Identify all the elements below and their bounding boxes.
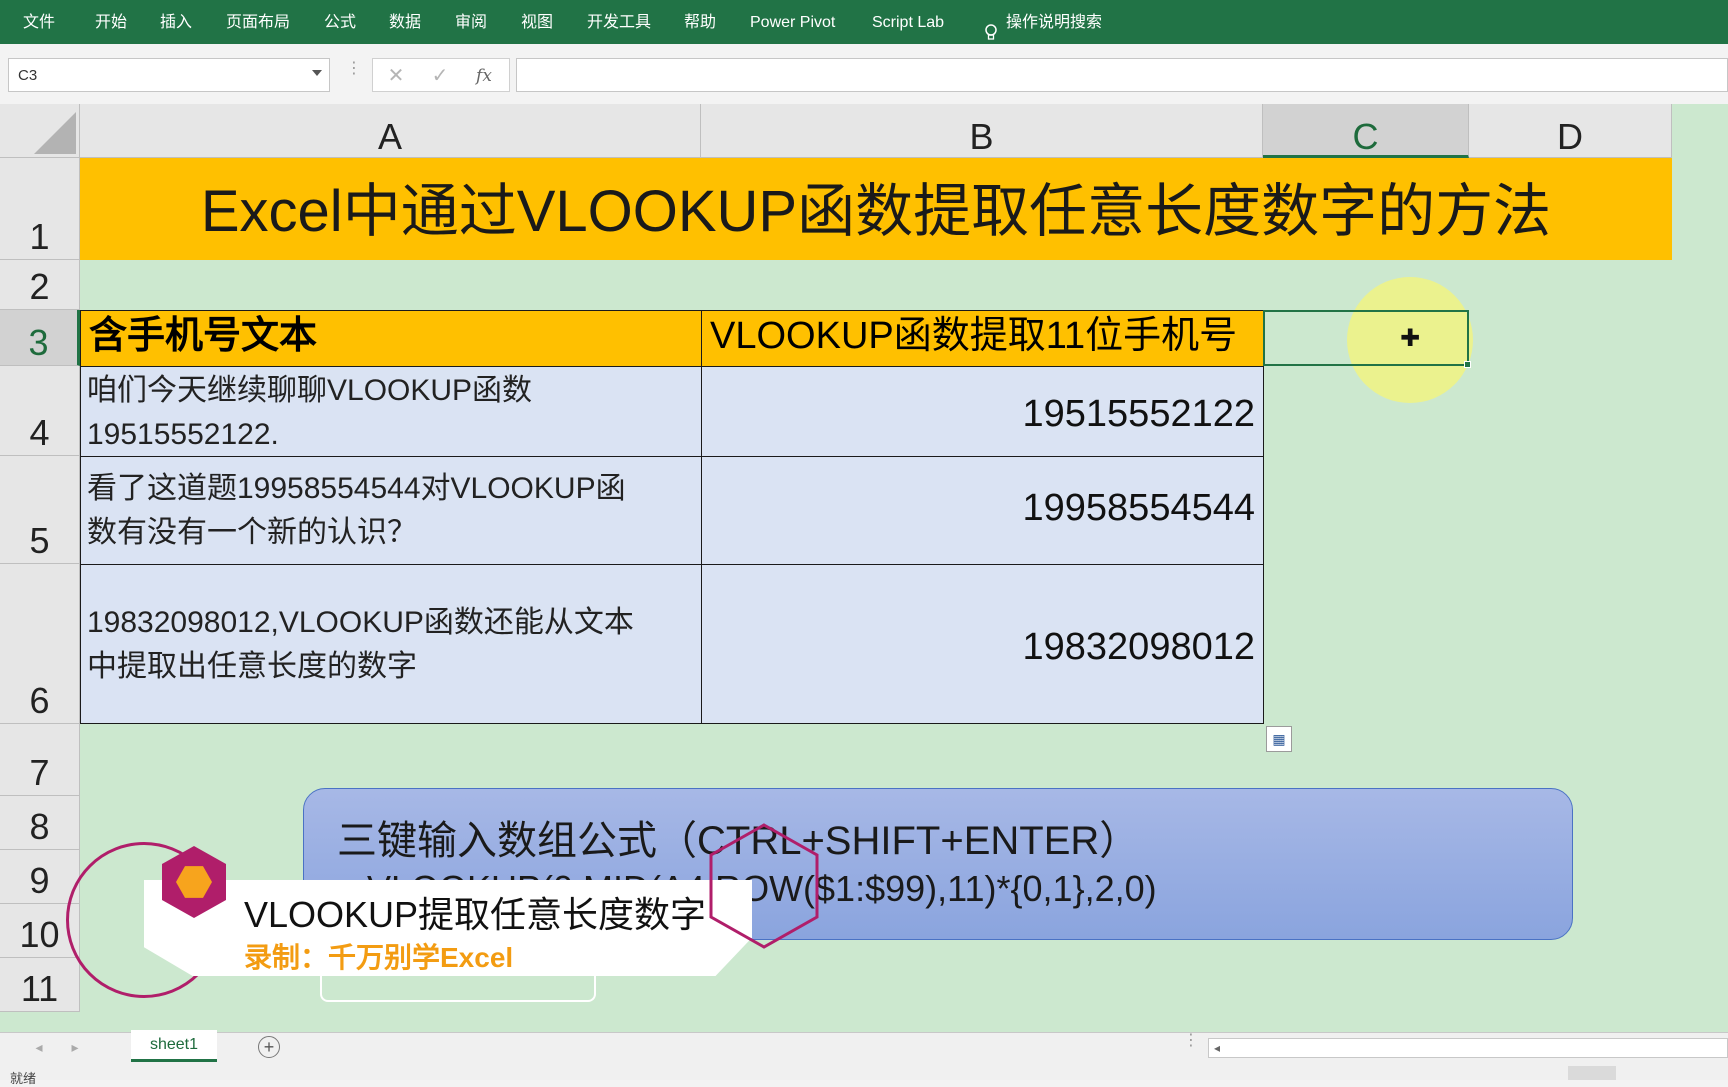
cell-b3[interactable]: VLOOKUP函数提取11位手机号 <box>701 310 1264 367</box>
row-header-6[interactable]: 6 <box>0 564 80 724</box>
quick-analysis-icon[interactable]: ▦ <box>1266 726 1292 752</box>
row-header-3[interactable]: 3 <box>0 310 80 366</box>
cancel-icon[interactable]: ✕ <box>381 63 411 89</box>
tab-view[interactable]: 视图 <box>521 0 553 44</box>
tab-file[interactable]: 文件 <box>23 0 55 44</box>
scroll-split-grip-icon[interactable]: ⋮ <box>1183 1033 1199 1056</box>
tab-help[interactable]: 帮助 <box>684 0 716 44</box>
cell-a4-line2: 19515552122. <box>87 418 279 451</box>
row-header-1[interactable]: 1 <box>0 158 80 260</box>
page-layout-view-icon[interactable] <box>1620 1066 1668 1080</box>
formula-input[interactable] <box>516 58 1728 92</box>
row-header-8[interactable]: 8 <box>0 796 80 850</box>
row-header-2[interactable]: 2 <box>0 260 80 310</box>
cell-a5[interactable]: 看了这道题19958554544对VLOOKUP函 数有没有一个新的认识？ <box>80 456 702 565</box>
tab-page-layout[interactable]: 页面布局 <box>226 0 290 44</box>
fill-handle[interactable] <box>1464 361 1471 368</box>
cell-a3[interactable]: 含手机号文本 <box>80 310 702 367</box>
column-header-b[interactable]: B <box>701 104 1263 158</box>
sheet-title: Excel中通过VLOOKUP函数提取任意长度数字的方法 <box>200 179 1552 244</box>
scroll-left-arrow-icon[interactable]: ◂ <box>1210 1040 1224 1056</box>
cell-a6-line2: 中提取出任意长度的数字 <box>87 650 417 683</box>
page-break-view-icon[interactable] <box>1672 1066 1720 1080</box>
status-bar <box>0 1064 1728 1080</box>
column-header-a[interactable]: A <box>80 104 701 158</box>
formula-buttons: ✕ ✓ fx <box>372 58 510 92</box>
row-header-4[interactable]: 4 <box>0 366 80 456</box>
overlay-title: VLOOKUP提取任意长度数字 <box>244 894 707 935</box>
tab-developer[interactable]: 开发工具 <box>587 0 651 44</box>
insert-function-icon[interactable]: fx <box>469 63 499 89</box>
tell-me-search[interactable]: 操作说明搜索 <box>984 0 1102 44</box>
cell-a4-line1: 咱们今天继续聊聊VLOOKUP函数 <box>87 374 533 407</box>
cell-a4[interactable]: 咱们今天继续聊聊VLOOKUP函数 19515552122. <box>80 366 702 457</box>
cell-a5-line1: 看了这道题19958554544对VLOOKUP函 <box>87 472 626 505</box>
chevron-down-icon[interactable] <box>312 70 322 76</box>
formula-bar-grip-icon: ⋮ <box>346 61 362 87</box>
tab-power-pivot[interactable]: Power Pivot <box>750 0 835 44</box>
cell-b4[interactable]: 19515552122 <box>701 366 1264 457</box>
row-header-9[interactable]: 9 <box>0 850 80 904</box>
row-header-11[interactable]: 11 <box>0 958 80 1012</box>
overlay-subtitle: 录制：千万别学Excel <box>244 942 514 973</box>
cell-select-cursor-icon: ✚ <box>1399 325 1421 352</box>
overlay-hexagon-outline-icon <box>709 823 819 949</box>
cell-a6[interactable]: 19832098012,VLOOKUP函数还能从文本 中提取出任意长度的数字 <box>80 564 702 724</box>
select-all-triangle-icon <box>34 112 76 154</box>
cell-a6-line1: 19832098012,VLOOKUP函数还能从文本 <box>87 606 634 639</box>
enter-icon[interactable]: ✓ <box>425 63 455 89</box>
cell-a5-line2: 数有没有一个新的认识？ <box>87 516 417 549</box>
tab-review[interactable]: 审阅 <box>455 0 487 44</box>
normal-view-icon[interactable] <box>1568 1066 1616 1080</box>
name-box[interactable]: C3 <box>8 58 330 92</box>
add-sheet-icon[interactable]: + <box>258 1036 280 1058</box>
tab-script-lab[interactable]: Script Lab <box>872 0 944 44</box>
status-text: 就绪 <box>10 1071 37 1086</box>
column-header-d[interactable]: D <box>1469 104 1672 158</box>
tab-scroll-right-icon[interactable]: ▸ <box>66 1037 84 1057</box>
row-header-5[interactable]: 5 <box>0 456 80 564</box>
tab-formulas[interactable]: 公式 <box>324 0 356 44</box>
tab-data[interactable]: 数据 <box>389 0 421 44</box>
tab-scroll-left-icon[interactable]: ◂ <box>30 1037 48 1057</box>
cell-b6[interactable]: 19832098012 <box>701 564 1264 724</box>
sheet-tab-sheet1[interactable]: sheet1 <box>131 1030 217 1062</box>
cell-b5[interactable]: 19958554544 <box>701 456 1264 565</box>
ribbon-bar: 文件 开始 插入 页面布局 公式 数据 审阅 视图 开发工具 帮助 Power … <box>0 0 1728 44</box>
tab-home[interactable]: 开始 <box>95 0 127 44</box>
horizontal-scrollbar[interactable] <box>1208 1038 1728 1058</box>
lightbulb-icon <box>984 15 998 40</box>
row-header-7[interactable]: 7 <box>0 724 80 796</box>
selected-cell-c3[interactable] <box>1263 310 1469 366</box>
tab-insert[interactable]: 插入 <box>160 0 192 44</box>
search-label: 操作说明搜索 <box>1006 14 1103 31</box>
column-header-c[interactable]: C <box>1263 104 1469 158</box>
